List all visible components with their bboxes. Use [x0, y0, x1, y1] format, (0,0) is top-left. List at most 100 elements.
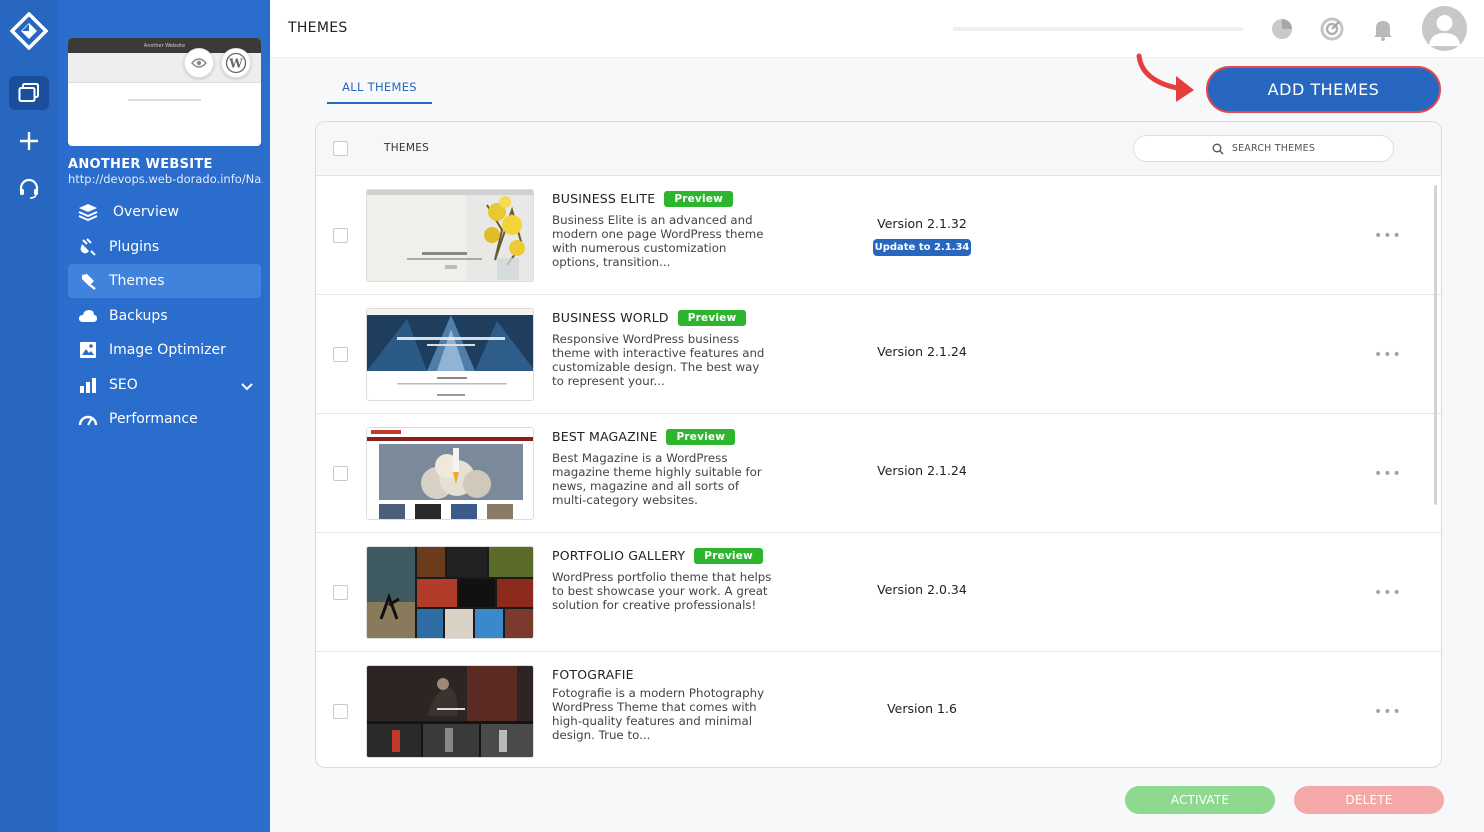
update-button[interactable]: Update to 2.1.34 — [873, 239, 971, 256]
sidebar-item-performance[interactable]: Performance — [68, 402, 261, 436]
theme-name: BUSINESS ELITE Preview — [552, 191, 733, 207]
layers-icon — [78, 202, 98, 222]
theme-version: Version 2.1.24 — [877, 463, 967, 478]
theme-description: WordPress portfolio theme that helps to … — [552, 570, 772, 612]
theme-version: Version 1.6 — [887, 701, 957, 716]
wordpress-icon[interactable]: W — [221, 48, 251, 78]
avatar[interactable] — [1422, 6, 1467, 51]
theme-thumbnail[interactable] — [366, 189, 534, 282]
preview-badge[interactable]: Preview — [664, 191, 733, 207]
top-bar: THEMES — [270, 0, 1484, 58]
arrow-icon — [1132, 52, 1198, 104]
theme-name: BUSINESS WORLD Preview — [552, 310, 747, 326]
table-row: FOTOGRAFIE Fotografie is a modern Photog… — [316, 652, 1441, 767]
scrollbar[interactable] — [1434, 185, 1437, 505]
row-checkbox[interactable] — [333, 228, 348, 243]
theme-name-text: FOTOGRAFIE — [552, 667, 634, 682]
table-row: BUSINESS ELITE Preview Business Elite is … — [316, 176, 1441, 295]
sidebar-item-label: Plugins — [109, 238, 160, 255]
support-icon[interactable] — [9, 172, 49, 206]
image-icon — [78, 340, 98, 360]
search-input[interactable]: SEARCH THEMES — [1133, 135, 1394, 162]
sidebar: Another Website W ANOTHER WEBSITE http:/… — [58, 0, 270, 832]
sidebar-item-overview[interactable]: Overview — [68, 195, 261, 229]
theme-version: Version 2.1.32 — [877, 216, 967, 231]
sidebar-item-label: Performance — [109, 411, 198, 427]
gauge-icon — [78, 409, 98, 429]
theme-name-text: BUSINESS WORLD — [552, 310, 669, 325]
delete-button[interactable]: DELETE — [1294, 786, 1444, 814]
more-options-icon[interactable]: ••• — [1374, 228, 1402, 244]
more-options-icon[interactable]: ••• — [1374, 704, 1402, 720]
websites-icon[interactable] — [9, 76, 49, 110]
sidebar-item-image-optimizer[interactable]: Image Optimizer — [68, 333, 261, 367]
site-thumbnail[interactable]: Another Website W — [68, 38, 261, 146]
brush-icon — [78, 271, 98, 291]
cloud-icon — [78, 306, 98, 326]
add-icon[interactable] — [9, 124, 49, 158]
logo-icon[interactable] — [9, 11, 49, 51]
tab-all-themes[interactable]: ALL THEMES — [327, 78, 432, 104]
sidebar-item-label: SEO — [109, 376, 138, 393]
thumb-site-title: Another Website — [143, 42, 186, 49]
theme-description: Best Magazine is a WordPress magazine th… — [552, 451, 762, 507]
more-options-icon[interactable]: ••• — [1374, 585, 1402, 601]
app-rail — [0, 0, 58, 832]
themes-table: THEMES SEARCH THEMES BUSINESS ELITE Prev… — [315, 121, 1442, 768]
sidebar-item-seo[interactable]: SEO — [68, 368, 261, 402]
sidebar-item-backups[interactable]: Backups — [68, 299, 261, 333]
sidebar-item-plugins[interactable]: Plugins — [68, 230, 261, 264]
theme-description: Business Elite is an advanced and modern… — [552, 213, 764, 269]
theme-thumbnail[interactable] — [366, 546, 534, 639]
sidebar-item-label: Themes — [109, 273, 165, 289]
preview-badge[interactable]: Preview — [694, 548, 763, 564]
pie-chart-icon[interactable] — [1269, 16, 1295, 42]
theme-name-text: BUSINESS ELITE — [552, 191, 656, 206]
select-all-checkbox[interactable] — [333, 141, 348, 156]
row-checkbox[interactable] — [333, 704, 348, 719]
site-url[interactable]: http://devops.web-dorado.info/Na... — [68, 172, 263, 186]
bell-icon[interactable] — [1370, 16, 1396, 42]
svg-text:W: W — [228, 57, 243, 71]
table-row: BUSINESS WORLD Preview Responsive WordPre… — [316, 295, 1441, 414]
theme-description: Responsive WordPress business theme with… — [552, 332, 765, 388]
preview-badge[interactable]: Preview — [677, 310, 747, 326]
progress-bar — [953, 27, 1243, 31]
table-header: THEMES SEARCH THEMES — [316, 122, 1441, 176]
preview-badge[interactable]: Preview — [666, 429, 736, 445]
plug-icon — [78, 237, 98, 257]
page-title: THEMES — [288, 20, 348, 36]
theme-thumbnail[interactable] — [366, 665, 534, 758]
theme-name: FOTOGRAFIE — [552, 667, 634, 682]
activate-button[interactable]: ACTIVATE — [1125, 786, 1275, 814]
sidebar-item-themes[interactable]: Themes — [68, 264, 261, 298]
more-options-icon[interactable]: ••• — [1374, 466, 1402, 482]
chevron-down-icon[interactable] — [241, 379, 253, 395]
bars-icon — [78, 375, 98, 395]
table-body: BUSINESS ELITE Preview Business Elite is … — [316, 176, 1441, 767]
table-row: PORTFOLIO GALLERY Preview WordPress portf… — [316, 533, 1441, 652]
theme-name: PORTFOLIO GALLERY Preview — [552, 548, 763, 564]
theme-name-text: BEST MAGAZINE — [552, 429, 658, 444]
site-name: ANOTHER WEBSITE — [68, 157, 213, 172]
row-checkbox[interactable] — [333, 347, 348, 362]
table-row: BEST MAGAZINE Preview Best Magazine is a … — [316, 414, 1441, 533]
row-checkbox[interactable] — [333, 585, 348, 600]
more-options-icon[interactable]: ••• — [1374, 347, 1402, 363]
search-placeholder: SEARCH THEMES — [1231, 143, 1316, 154]
sidebar-item-label: Backups — [109, 307, 168, 324]
theme-version: Version 2.1.24 — [877, 344, 967, 359]
theme-name-text: PORTFOLIO GALLERY — [552, 548, 686, 563]
sidebar-nav: Overview Plugins Themes Backups Image Op… — [68, 195, 261, 437]
theme-thumbnail[interactable] — [366, 308, 534, 401]
theme-version: Version 2.0.34 — [877, 582, 967, 597]
theme-thumbnail[interactable] — [366, 427, 534, 520]
row-checkbox[interactable] — [333, 466, 348, 481]
theme-description: Fotografie is a modern Photography WordP… — [552, 686, 765, 742]
search-icon — [1212, 143, 1224, 155]
eye-icon[interactable] — [184, 48, 214, 78]
add-themes-button[interactable]: ADD THEMES — [1206, 66, 1441, 113]
column-header-themes: THEMES — [384, 142, 430, 154]
sidebar-item-label: Overview — [113, 204, 179, 220]
speed-icon[interactable] — [1319, 16, 1345, 42]
